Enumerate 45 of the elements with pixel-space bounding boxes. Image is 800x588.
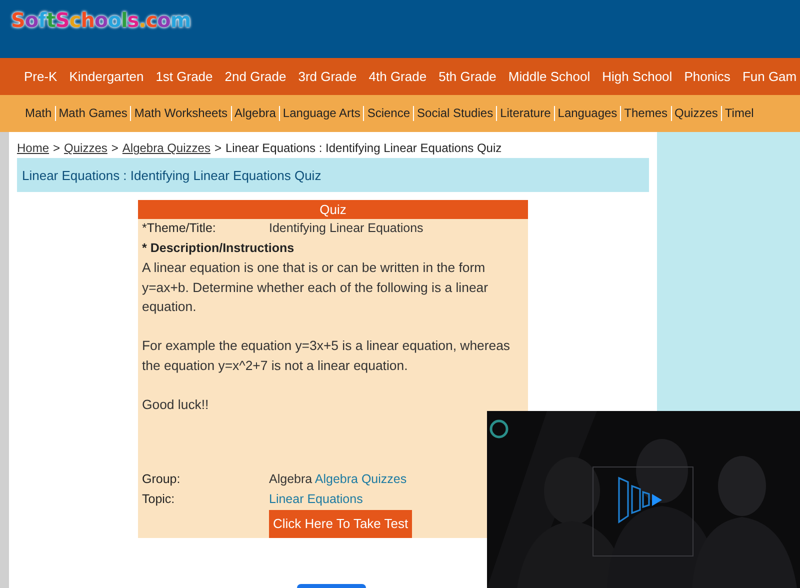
nav-link[interactable]: Languages [554,106,620,121]
nav-link[interactable]: Social Studies [413,106,496,121]
nav-link[interactable]: High School [602,69,672,84]
field-label: Group: [142,471,182,488]
nav-link[interactable]: 2nd Grade [224,69,286,84]
group-link[interactable]: Algebra Quizzes [314,472,407,486]
quiz-header: Quiz [138,200,528,219]
nav-link[interactable]: Language Arts [278,106,364,121]
nav-link[interactable]: Kindergarten [69,69,144,84]
nav-link[interactable]: 3rd Grade [298,69,357,84]
field-value: Algebra [269,472,312,486]
nav-link[interactable]: Math Games [54,106,130,121]
nav-link[interactable]: Pre-K [24,69,58,84]
breadcrumb-link[interactable]: Algebra Quizzes [122,141,210,155]
breadcrumb-link[interactable]: Quizzes [64,141,108,155]
description-text: A linear equation is one that is or can be written in the form y=ax+b. Determine whether each of the following is a linear equation. [141,259,489,316]
nav-link[interactable]: Algebra [230,106,279,121]
breadcrumb-current: Linear Equations : Identifying Linear Equations Quiz [225,141,502,155]
page-title: Linear Equations : Identifying Linear Equations Quiz [17,158,649,192]
field-label: *Theme/Title: [142,220,217,237]
breadcrumb-link[interactable]: Home [17,141,50,155]
nav-link[interactable]: 1st Grade [156,69,213,84]
field-value: Identifying Linear Equations [269,220,424,237]
nav-link[interactable]: 5th Grade [438,69,496,84]
nav-link[interactable]: Themes [620,106,671,121]
breadcrumb-separator: > [53,141,60,155]
nav-link[interactable]: Timel [720,106,757,121]
nav-link[interactable]: Literature [496,106,554,121]
nav-link[interactable]: Science [363,106,414,121]
field-label: Topic: [142,491,176,508]
take-test-button[interactable]: Click Here To Take Test [269,510,412,538]
section-label: * Description/Instructions [141,240,296,257]
description-text: Good luck!! [141,396,210,414]
nav-link[interactable]: Fun Gam [742,69,797,84]
nav-link[interactable]: Phonics [684,69,730,84]
nav-link[interactable]: Quizzes [670,106,721,121]
site-logo[interactable]: SoftSchools.com [11,8,191,32]
nav-link[interactable]: Math [22,106,55,121]
breadcrumb-separator: > [111,141,118,155]
breadcrumb-separator: > [214,141,222,155]
topic-link[interactable]: Linear Equations [269,490,363,510]
description-text: For example the equation y=3x+5 is a linear equation, whereas the equation y=x^2+7 is not a linear equation. [141,337,512,375]
nav-link[interactable]: Math Worksheets [130,106,231,121]
nav-link[interactable]: 4th Grade [368,69,427,84]
nav-link[interactable]: Middle School [508,69,590,84]
